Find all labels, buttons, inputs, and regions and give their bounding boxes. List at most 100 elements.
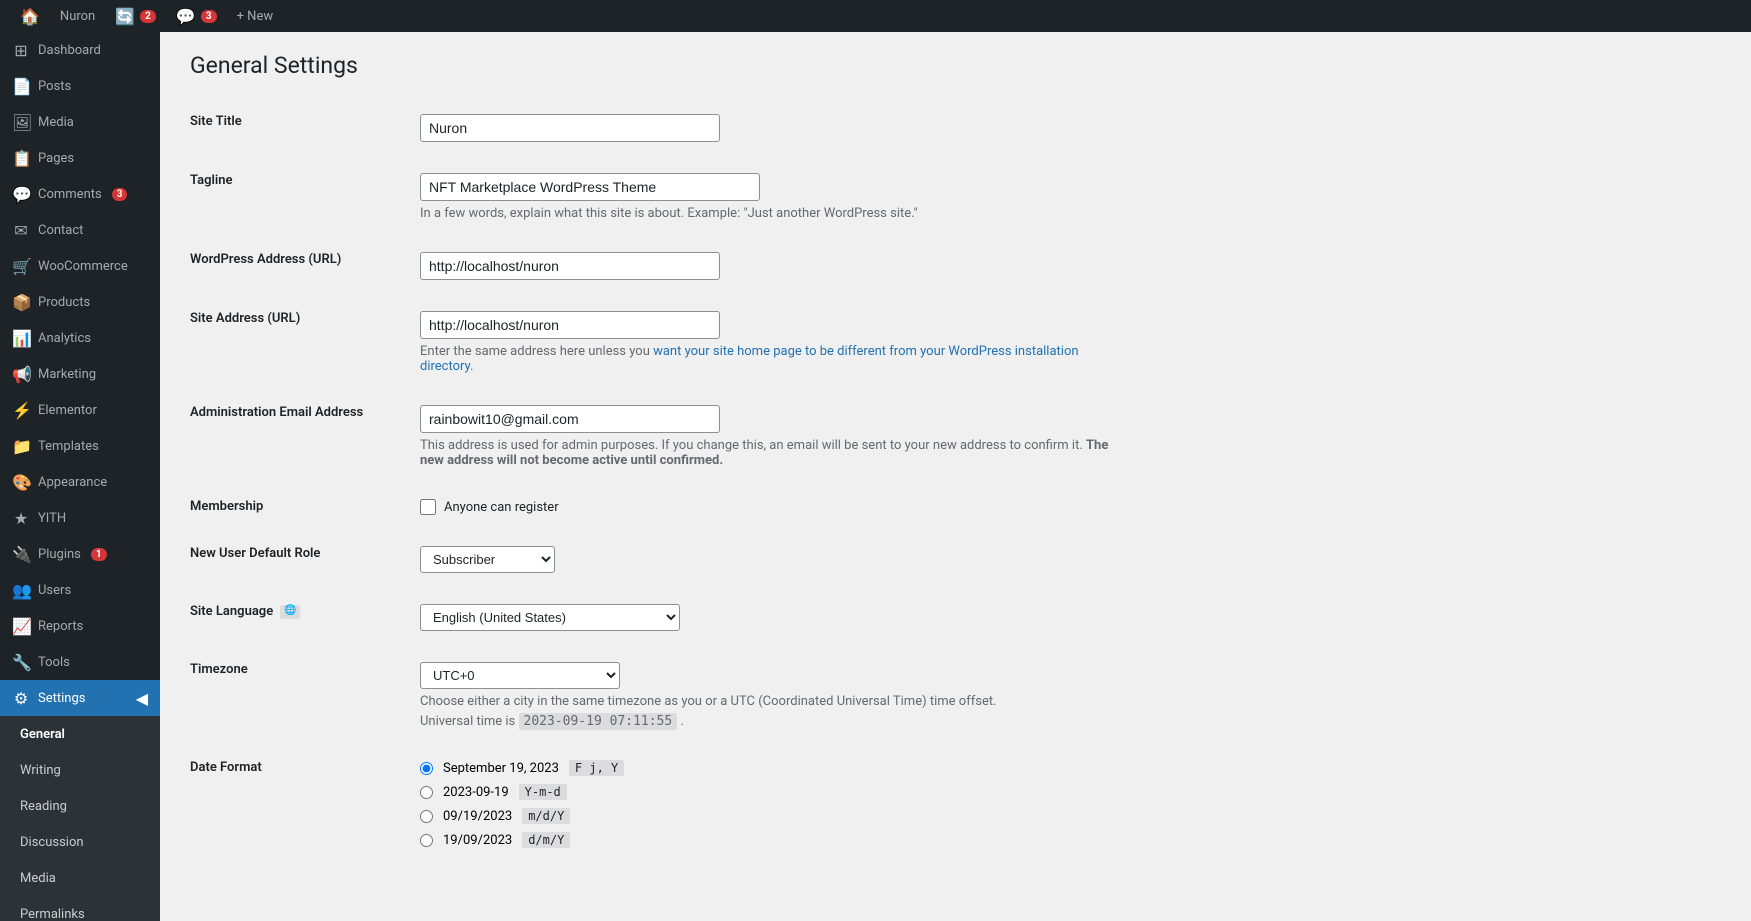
sidebar-subitem-writing[interactable]: Writing — [0, 752, 160, 788]
date-format-radio-df1[interactable] — [420, 762, 433, 775]
sidebar-item-contact[interactable]: ✉ Contact — [0, 212, 160, 248]
date-format-row: Date Format September 19, 2023 F j, Y 20… — [190, 745, 1140, 864]
date-format-radio-df4[interactable] — [420, 834, 433, 847]
sidebar-subitem-discussion[interactable]: Discussion — [0, 824, 160, 860]
sidebar-subitem-media[interactable]: Media — [0, 860, 160, 896]
adminbar-comments[interactable]: 💬 3 — [166, 0, 227, 32]
site-address-row: Site Address (URL) Enter the same addres… — [190, 296, 1140, 390]
timezone-universal-time: Universal time is 2023-09-19 07:11:55 . — [420, 714, 1130, 729]
translate-icon: 🌐 — [280, 605, 300, 619]
sidebar-item-elementor[interactable]: ⚡ Elementor — [0, 392, 160, 428]
sidebar-label-settings: Settings — [38, 691, 85, 706]
sidebar-label-yith: YITH — [38, 511, 66, 526]
admin-email-label: Administration Email Address — [190, 390, 410, 484]
sidebar-item-products[interactable]: 📦 Products — [0, 284, 160, 320]
site-language-select[interactable]: English (United States) — [420, 604, 680, 631]
submenu-label-permalinks: Permalinks — [20, 907, 85, 921]
sidebar-item-reports[interactable]: 📈 Reports — [0, 608, 160, 644]
form-table: Site Title Tagline In a few words, expla… — [190, 99, 1140, 864]
badge-comments: 3 — [112, 188, 128, 201]
sidebar-label-tools: Tools — [38, 655, 70, 670]
products-icon: 📦 — [12, 293, 30, 312]
timezone-select[interactable]: UTC+0 — [420, 662, 620, 689]
date-format-radio-df3[interactable] — [420, 810, 433, 823]
sidebar-item-users[interactable]: 👥 Users — [0, 572, 160, 608]
sidebar-item-posts[interactable]: 📄 Posts — [0, 68, 160, 104]
media-icon: 🖼 — [12, 113, 30, 132]
sidebar-label-users: Users — [38, 583, 71, 598]
timezone-row: Timezone UTC+0 Choose either a city in t… — [190, 647, 1140, 745]
date-format-label: Date Format — [190, 745, 410, 864]
users-icon: 👥 — [12, 581, 30, 600]
sidebar-label-elementor: Elementor — [38, 403, 97, 418]
sidebar-item-settings[interactable]: ⚙ Settings ◀ — [0, 680, 160, 716]
wp-address-label: WordPress Address (URL) — [190, 237, 410, 296]
main-content: General Settings Site Title Tagline — [160, 32, 1751, 921]
adminbar-updates[interactable]: 🔄 2 — [105, 0, 166, 32]
elementor-icon: ⚡ — [12, 401, 30, 420]
tagline-label: Tagline — [190, 158, 410, 237]
site-title-row: Site Title — [190, 99, 1140, 158]
wp-address-row: WordPress Address (URL) — [190, 237, 1140, 296]
sidebar-item-tools[interactable]: 🔧 Tools — [0, 644, 160, 680]
date-format-option-df1: September 19, 2023 F j, Y — [420, 760, 1130, 776]
sidebar-item-woocommerce[interactable]: 🛒 WooCommerce — [0, 248, 160, 284]
date-format-option-df4: 19/09/2023 d/m/Y — [420, 832, 1130, 848]
adminbar-new[interactable]: + New — [227, 0, 284, 32]
updates-icon: 🔄 — [115, 7, 135, 26]
site-title-input[interactable] — [420, 114, 720, 142]
submenu-label-general: General — [20, 727, 65, 742]
membership-checkbox[interactable] — [420, 499, 436, 515]
submenu-label-writing: Writing — [20, 763, 61, 778]
membership-checkbox-label[interactable]: Anyone can register — [420, 499, 1130, 515]
new-label: + New — [237, 9, 274, 24]
admin-email-desc-text: This address is used for admin purposes.… — [420, 438, 1083, 453]
date-format-radio-df2[interactable] — [420, 786, 433, 799]
tagline-input[interactable] — [420, 173, 760, 201]
sidebar-item-analytics[interactable]: 📊 Analytics — [0, 320, 160, 356]
wp-address-input[interactable] — [420, 252, 720, 280]
sidebar-item-pages[interactable]: 📋 Pages — [0, 140, 160, 176]
sidebar-item-media[interactable]: 🖼 Media — [0, 104, 160, 140]
date-format-label-df2[interactable]: 2023-09-19 — [443, 785, 509, 800]
new-user-role-select[interactable]: SubscriberContributorAuthorEditorAdminis… — [420, 546, 555, 573]
site-address-description: Enter the same address here unless you w… — [420, 344, 1130, 374]
marketing-icon: 📢 — [12, 365, 30, 384]
templates-icon: 📁 — [12, 437, 30, 456]
timezone-period: . — [680, 714, 683, 729]
sidebar-item-dashboard[interactable]: ⊞ Dashboard — [0, 32, 160, 68]
settings-form: Site Title Tagline In a few words, expla… — [190, 99, 1140, 864]
sidebar-subitem-general[interactable]: General — [0, 716, 160, 752]
adminbar-site-icon[interactable]: 🏠 — [10, 0, 50, 32]
badge-plugins: 1 — [91, 548, 107, 561]
sidebar-label-woocommerce: WooCommerce — [38, 259, 128, 274]
sidebar-item-marketing[interactable]: 📢 Marketing — [0, 356, 160, 392]
date-format-label-df1[interactable]: September 19, 2023 — [443, 761, 559, 776]
appearance-icon: 🎨 — [12, 473, 30, 492]
sidebar-label-reports: Reports — [38, 619, 83, 634]
sidebar-label-comments: Comments — [38, 187, 102, 202]
sidebar-subitem-permalinks[interactable]: Permalinks — [0, 896, 160, 921]
site-address-desc-suffix: . — [470, 359, 473, 374]
analytics-icon: 📊 — [12, 329, 30, 348]
date-format-code-df3: m/d/Y — [522, 808, 570, 824]
admin-email-input[interactable] — [420, 405, 720, 433]
adminbar-site-name[interactable]: Nuron — [50, 0, 105, 32]
sidebar-item-appearance[interactable]: 🎨 Appearance — [0, 464, 160, 500]
date-format-label-df3[interactable]: 09/19/2023 — [443, 809, 512, 824]
submenu-label-media: Media — [20, 871, 56, 886]
site-name-label: Nuron — [60, 9, 95, 24]
sidebar-subitem-reading[interactable]: Reading — [0, 788, 160, 824]
sidebar-item-plugins[interactable]: 🔌 Plugins 1 — [0, 536, 160, 572]
timezone-time-code: 2023-09-19 07:11:55 — [519, 713, 678, 730]
date-format-label-df4[interactable]: 19/09/2023 — [443, 833, 512, 848]
date-format-code-df2: Y-m-d — [519, 784, 567, 800]
sidebar-item-yith[interactable]: ★ YITH — [0, 500, 160, 536]
site-address-input[interactable] — [420, 311, 720, 339]
date-format-radio-group: September 19, 2023 F j, Y 2023-09-19 Y-m… — [420, 760, 1130, 848]
sidebar-item-templates[interactable]: 📁 Templates — [0, 428, 160, 464]
tagline-row: Tagline In a few words, explain what thi… — [190, 158, 1140, 237]
date-format-code-df4: d/m/Y — [522, 832, 570, 848]
sidebar-label-media: Media — [38, 115, 74, 130]
sidebar-item-comments[interactable]: 💬 Comments 3 — [0, 176, 160, 212]
